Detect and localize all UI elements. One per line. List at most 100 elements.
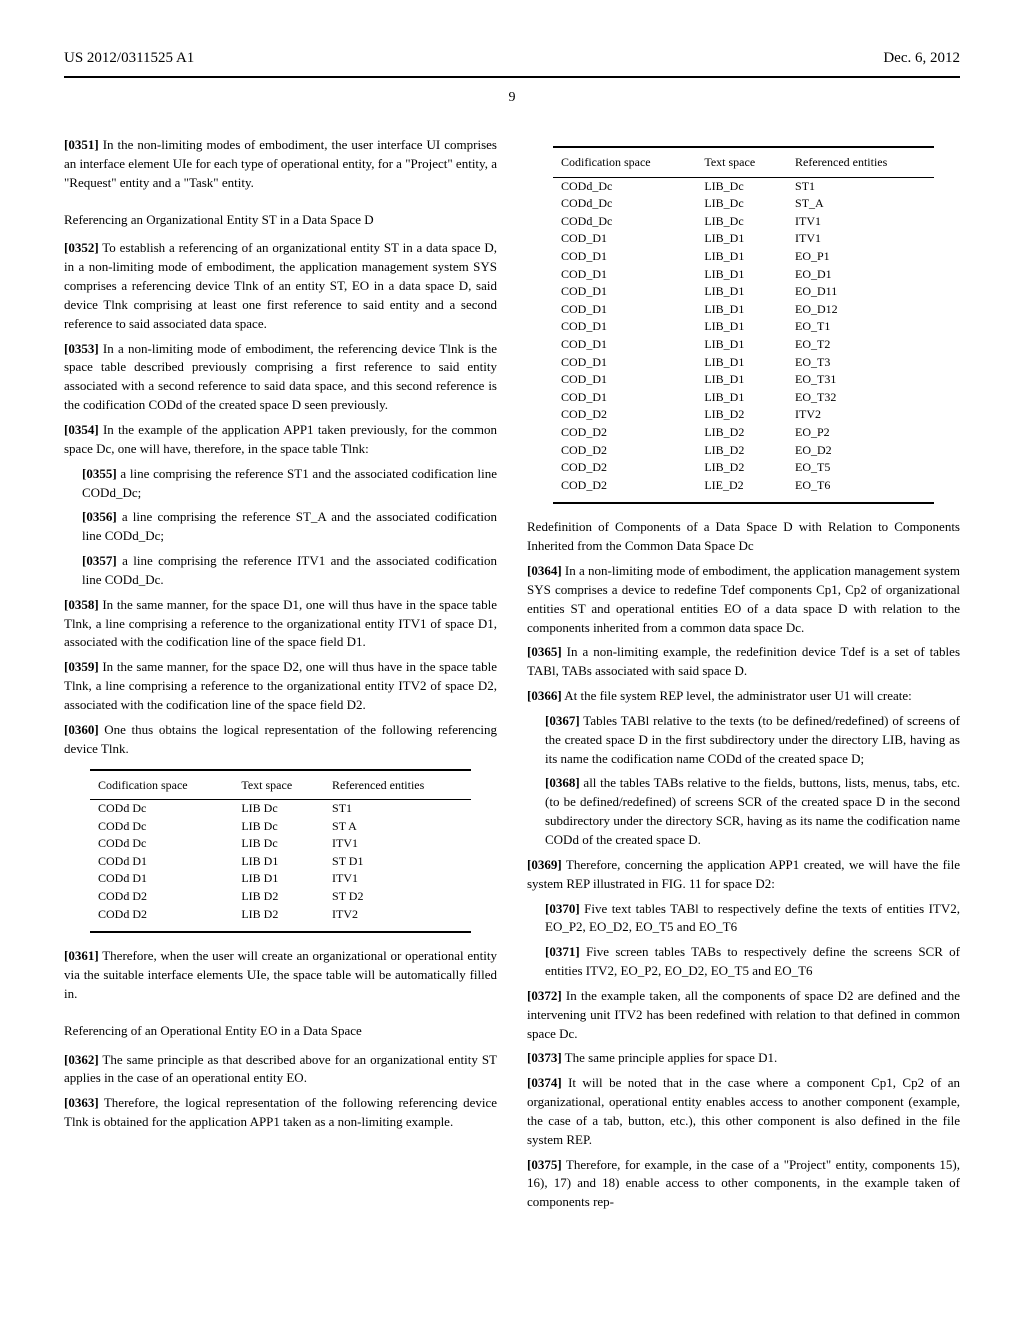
table-cell: EO_T31	[787, 371, 934, 389]
table1-body: CODd DcLIB DcST1CODd DcLIB DcST ACODd Dc…	[90, 800, 471, 929]
table2-head-text: Text space	[696, 151, 787, 177]
table-cell: COD_D1	[553, 283, 696, 301]
table-cell: ST_A	[787, 195, 934, 213]
table-cell: ITV1	[787, 230, 934, 248]
two-column-layout: [0351] In the non-limiting modes of embo…	[64, 136, 960, 1218]
para-0372: [0372] In the example taken, all the com…	[527, 987, 960, 1044]
table-cell: LIB_Dc	[696, 177, 787, 195]
table-cell: COD_D1	[553, 230, 696, 248]
table-row: COD_D1LIB_D1ITV1	[553, 230, 934, 248]
table-row: COD_D1LIB_D1EO_P1	[553, 248, 934, 266]
table-cell: COD_D1	[553, 336, 696, 354]
table-cell: LIB_D2	[696, 459, 787, 477]
table-row: COD_D1LIB_D1EO_T2	[553, 336, 934, 354]
table-row: COD_D2LIB_D2ITV2	[553, 406, 934, 424]
table-cell: LIB_Dc	[696, 195, 787, 213]
table-cell: CODd_Dc	[553, 195, 696, 213]
para-0354: [0354] In the example of the application…	[64, 421, 497, 459]
page-number: 9	[64, 88, 960, 108]
sublist-0355-0357: [0355] a line comprising the reference S…	[82, 465, 497, 590]
table-row: CODd D2LIB D2ITV2	[90, 906, 471, 929]
table-cell: LIB_D1	[696, 318, 787, 336]
table-cell: EO_P1	[787, 248, 934, 266]
table-cell: LIB_D1	[696, 301, 787, 319]
table2-head-ref: Referenced entities	[787, 151, 934, 177]
para-0369: [0369] Therefore, concerning the applica…	[527, 856, 960, 894]
sublist-0370-0371: [0370] Five text tables TABl to respecti…	[545, 900, 960, 981]
table-cell: ST D2	[324, 888, 471, 906]
table-cell: COD_D2	[553, 424, 696, 442]
para-0373: [0373] The same principle applies for sp…	[527, 1049, 960, 1068]
table-row: COD_D2LIB_D2EO_P2	[553, 424, 934, 442]
para-0358: [0358] In the same manner, for the space…	[64, 596, 497, 653]
para-0363: [0363] Therefore, the logical representa…	[64, 1094, 497, 1132]
table-cell: LIB_D1	[696, 283, 787, 301]
para-0368: [0368] all the tables TABs relative to t…	[545, 774, 960, 849]
para-0365: [0365] In a non-limiting example, the re…	[527, 643, 960, 681]
para-0352: [0352] To establish a referencing of an …	[64, 239, 497, 333]
table-cell: COD_D1	[553, 301, 696, 319]
table-cell: ITV1	[324, 835, 471, 853]
table-row: COD_D1LIB_D1EO_D11	[553, 283, 934, 301]
table-cell: EO_D1	[787, 266, 934, 284]
table-cell: LIB D1	[233, 853, 324, 871]
para-0355: [0355] a line comprising the reference S…	[82, 465, 497, 503]
para-0364: [0364] In a non-limiting mode of embodim…	[527, 562, 960, 637]
table-row: CODd DcLIB DcST1	[90, 800, 471, 818]
table2-body: CODd_DcLIB_DcST1CODd_DcLIB_DcST_ACODd_Dc…	[553, 177, 934, 499]
para-0366: [0366] At the file system REP level, the…	[527, 687, 960, 706]
para-0356: [0356] a line comprising the reference S…	[82, 508, 497, 546]
para-0374: [0374] It will be noted that in the case…	[527, 1074, 960, 1149]
table-cell: COD_D1	[553, 248, 696, 266]
table-cell: COD_D1	[553, 389, 696, 407]
table-row: CODd_DcLIB_DcST_A	[553, 195, 934, 213]
para-0353: [0353] In a non-limiting mode of embodim…	[64, 340, 497, 415]
table-row: CODd D1LIB D1ST D1	[90, 853, 471, 871]
para-0360: [0360] One thus obtains the logical repr…	[64, 721, 497, 759]
table-cell: EO_P2	[787, 424, 934, 442]
table-cell: EO_T1	[787, 318, 934, 336]
table-cell: CODd_Dc	[553, 213, 696, 231]
table-cell: CODd_Dc	[553, 177, 696, 195]
publication-number: US 2012/0311525 A1	[64, 48, 194, 70]
table-cell: ITV2	[787, 406, 934, 424]
table-cell: EO_T32	[787, 389, 934, 407]
table-cell: ITV1	[324, 870, 471, 888]
table-cell: CODd D1	[90, 870, 233, 888]
table-cell: ST1	[324, 800, 471, 818]
table-cell: CODd Dc	[90, 800, 233, 818]
table-row: COD_D2LIB_D2EO_D2	[553, 442, 934, 460]
table-cell: COD_D1	[553, 354, 696, 372]
table2-head-cod: Codification space	[553, 151, 696, 177]
table-cell: EO_T6	[787, 477, 934, 500]
table-cell: COD_D1	[553, 318, 696, 336]
table-row: CODd_DcLIB_DcST1	[553, 177, 934, 195]
table-1: Codification space Text space Referenced…	[90, 769, 471, 934]
table-cell: ST1	[787, 177, 934, 195]
header-rule	[64, 76, 960, 78]
table-cell: LIB_D1	[696, 266, 787, 284]
table-cell: ST D1	[324, 853, 471, 871]
section-head-referencing-st: Referencing an Organizational Entity ST …	[64, 211, 497, 230]
table-cell: COD_D1	[553, 266, 696, 284]
para-0370: [0370] Five text tables TABl to respecti…	[545, 900, 960, 938]
table-cell: CODd D2	[90, 906, 233, 929]
table-cell: LIB_D1	[696, 336, 787, 354]
table-row: CODd D2LIB D2ST D2	[90, 888, 471, 906]
table-row: CODd D1LIB D1ITV1	[90, 870, 471, 888]
table1-head-ref: Referenced entities	[324, 774, 471, 800]
table-cell: LIB Dc	[233, 818, 324, 836]
para-0361: [0361] Therefore, when the user will cre…	[64, 947, 497, 1004]
table-cell: EO_D11	[787, 283, 934, 301]
table-cell: EO_T3	[787, 354, 934, 372]
table-cell: LIB D2	[233, 888, 324, 906]
table-cell: COD_D2	[553, 459, 696, 477]
table-cell: LIB_D1	[696, 230, 787, 248]
table1-head-text: Text space	[233, 774, 324, 800]
para-0351: [0351] In the non-limiting modes of embo…	[64, 136, 497, 193]
left-column: [0351] In the non-limiting modes of embo…	[64, 136, 497, 1218]
table-cell: EO_D2	[787, 442, 934, 460]
table-row: CODd DcLIB DcITV1	[90, 835, 471, 853]
right-column: Codification space Text space Referenced…	[527, 136, 960, 1218]
page-header: US 2012/0311525 A1 Dec. 6, 2012	[64, 48, 960, 70]
